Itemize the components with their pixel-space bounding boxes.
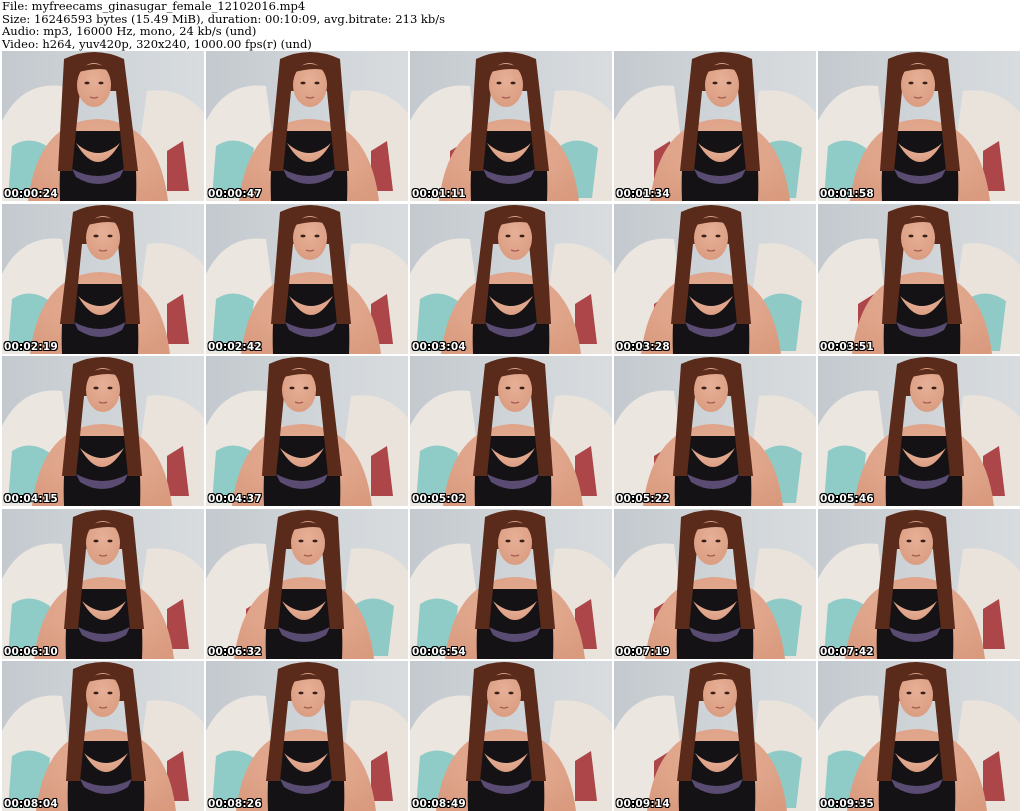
video-thumbnail[interactable]: 00:06:32 bbox=[206, 508, 408, 659]
timestamp-label: 00:06:32 bbox=[208, 645, 262, 658]
timestamp-label: 00:05:46 bbox=[820, 493, 874, 505]
frame-image bbox=[206, 356, 408, 506]
frame-image bbox=[818, 356, 1020, 506]
video-thumbnail[interactable]: 00:00:24 bbox=[2, 51, 204, 201]
frame-image bbox=[818, 203, 1020, 354]
video-thumbnail[interactable]: 00:01:34 bbox=[614, 51, 816, 201]
frame-image bbox=[410, 51, 612, 201]
frame-image bbox=[410, 661, 612, 811]
video-thumbnail[interactable]: 00:02:19 bbox=[2, 203, 204, 354]
video-thumbnail[interactable]: 00:04:15 bbox=[2, 356, 204, 506]
timestamp-label: 00:02:42 bbox=[208, 340, 262, 353]
video-thumbnail[interactable]: 00:08:49 bbox=[410, 661, 612, 811]
timestamp-label: 00:06:10 bbox=[4, 645, 58, 658]
timestamp-label: 00:01:58 bbox=[820, 188, 874, 200]
video-thumbnail[interactable]: 00:01:58 bbox=[818, 51, 1020, 201]
frame-image bbox=[2, 356, 204, 506]
frame-image bbox=[206, 661, 408, 811]
video-thumbnail[interactable]: 00:00:47 bbox=[206, 51, 408, 201]
file-name-line: File: myfreecams_ginasugar_female_121020… bbox=[2, 0, 306, 13]
frame-image bbox=[614, 356, 816, 506]
timestamp-label: 00:05:02 bbox=[412, 493, 466, 505]
frame-image bbox=[410, 508, 612, 659]
timestamp-label: 00:06:54 bbox=[412, 645, 466, 658]
frame-image bbox=[614, 203, 816, 354]
frame-image bbox=[2, 661, 204, 811]
timestamp-label: 00:03:51 bbox=[820, 340, 874, 353]
video-thumbnail[interactable]: 00:01:11 bbox=[410, 51, 612, 201]
audio-info-line: Audio: mp3, 16000 Hz, mono, 24 kb/s (und… bbox=[2, 24, 257, 38]
thumbnail-grid: 00:00:24 00:00:47 00:01:11 00:01:34 00:0… bbox=[2, 51, 1024, 811]
timestamp-label: 00:03:04 bbox=[412, 340, 466, 353]
frame-image bbox=[614, 508, 816, 659]
frame-image bbox=[614, 661, 816, 811]
video-thumbnail[interactable]: 00:06:10 bbox=[2, 508, 204, 659]
file-info-header: File: myfreecams_ginasugar_female_121020… bbox=[2, 0, 1022, 50]
timestamp-label: 00:07:19 bbox=[616, 645, 670, 658]
frame-image bbox=[818, 51, 1020, 201]
video-thumbnail[interactable]: 00:03:04 bbox=[410, 203, 612, 354]
video-thumbnail[interactable]: 00:07:19 bbox=[614, 508, 816, 659]
frame-image bbox=[818, 508, 1020, 659]
video-thumbnail[interactable]: 00:07:42 bbox=[818, 508, 1020, 659]
frame-image bbox=[206, 203, 408, 354]
timestamp-label: 00:09:35 bbox=[820, 798, 874, 810]
frame-image bbox=[2, 51, 204, 201]
video-thumbnail[interactable]: 00:05:46 bbox=[818, 356, 1020, 506]
frame-image bbox=[818, 661, 1020, 811]
frame-image bbox=[206, 51, 408, 201]
timestamp-label: 00:08:26 bbox=[208, 798, 262, 810]
video-thumbnail[interactable]: 00:08:04 bbox=[2, 661, 204, 811]
timestamp-label: 00:01:11 bbox=[412, 188, 466, 200]
timestamp-label: 00:02:19 bbox=[4, 340, 58, 353]
timestamp-label: 00:05:22 bbox=[616, 493, 670, 505]
timestamp-label: 00:08:04 bbox=[4, 798, 58, 810]
timestamp-label: 00:07:42 bbox=[820, 645, 874, 658]
timestamp-label: 00:03:28 bbox=[616, 340, 670, 353]
video-thumbnail[interactable]: 00:05:02 bbox=[410, 356, 612, 506]
frame-image bbox=[206, 508, 408, 659]
video-thumbnail[interactable]: 00:03:28 bbox=[614, 203, 816, 354]
video-thumbnail[interactable]: 00:03:51 bbox=[818, 203, 1020, 354]
video-thumbnail[interactable]: 00:02:42 bbox=[206, 203, 408, 354]
video-thumbnail[interactable]: 00:06:54 bbox=[410, 508, 612, 659]
timestamp-label: 00:04:37 bbox=[208, 493, 262, 505]
video-thumbnail[interactable]: 00:04:37 bbox=[206, 356, 408, 506]
video-info-line: Video: h264, yuv420p, 320x240, 1000.00 f… bbox=[2, 36, 312, 51]
video-thumbnail[interactable]: 00:09:35 bbox=[818, 661, 1020, 811]
timestamp-label: 00:01:34 bbox=[616, 188, 670, 200]
timestamp-label: 00:09:14 bbox=[616, 798, 670, 810]
timestamp-label: 00:00:24 bbox=[4, 188, 58, 200]
frame-image bbox=[2, 203, 204, 354]
frame-image bbox=[410, 203, 612, 354]
video-thumbnail[interactable]: 00:05:22 bbox=[614, 356, 816, 506]
frame-image bbox=[2, 508, 204, 659]
video-thumbnail[interactable]: 00:08:26 bbox=[206, 661, 408, 811]
frame-image bbox=[410, 356, 612, 506]
timestamp-label: 00:08:49 bbox=[412, 798, 466, 810]
timestamp-label: 00:04:15 bbox=[4, 493, 58, 505]
video-thumbnail[interactable]: 00:09:14 bbox=[614, 661, 816, 811]
timestamp-label: 00:00:47 bbox=[208, 188, 262, 200]
frame-image bbox=[614, 51, 816, 201]
